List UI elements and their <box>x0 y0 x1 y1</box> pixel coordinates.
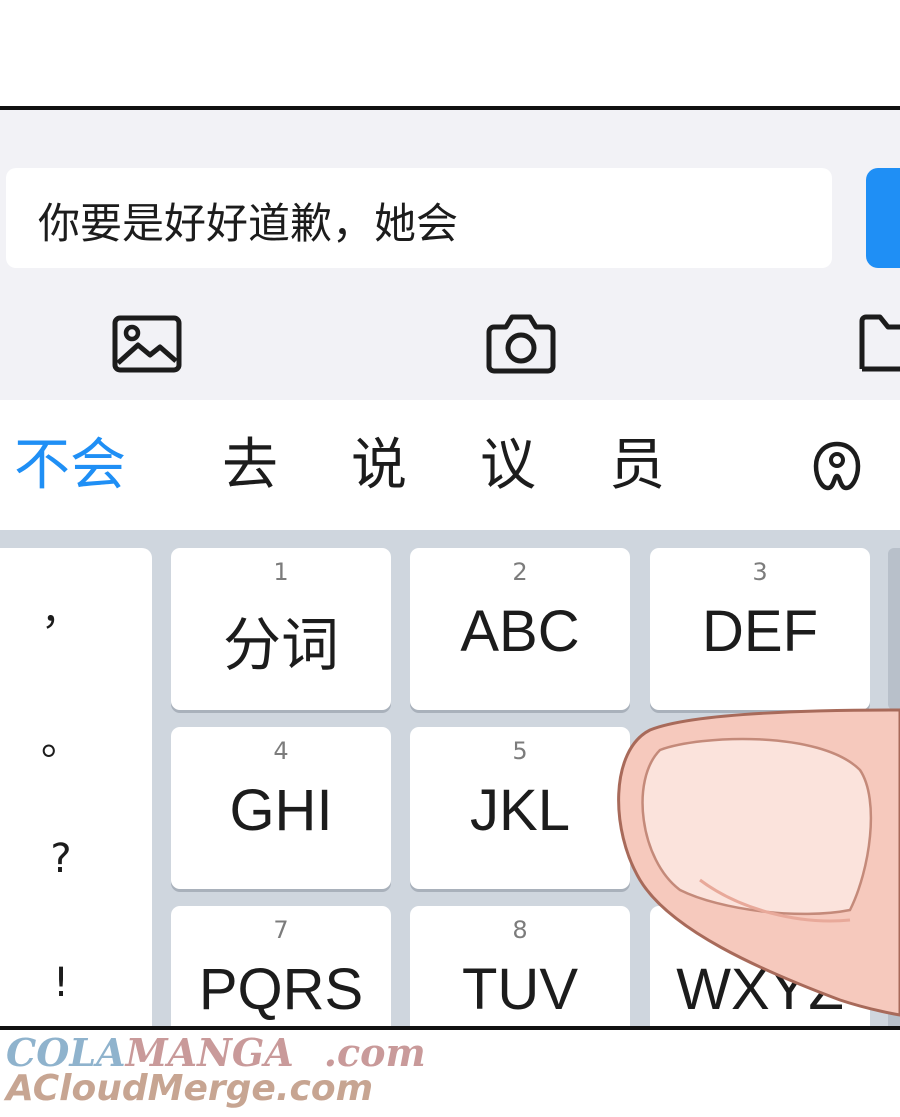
key-number: 5 <box>512 737 528 765</box>
candidate-word[interactable]: 议 <box>480 428 536 504</box>
key-4[interactable]: 4 GHI <box>171 727 391 889</box>
message-input-text: 你要是好好道歉，她会 <box>38 199 459 248</box>
key-number: 3 <box>752 558 768 586</box>
punct-comma-key[interactable]: ， <box>0 578 122 636</box>
key-6[interactable] <box>650 727 870 889</box>
key-label: GHI <box>229 778 333 843</box>
key-label: 分词 <box>222 613 339 678</box>
key-8[interactable]: 8 TUV <box>410 906 630 1026</box>
key-2[interactable]: 2 ABC <box>410 548 630 710</box>
key-number: 8 <box>512 916 528 944</box>
key-label: ABC <box>460 599 580 664</box>
candidate-word[interactable]: 员 <box>609 428 665 504</box>
message-input[interactable]: 你要是好好道歉，她会 <box>6 168 832 268</box>
candidate-word[interactable]: 不会 <box>14 428 126 504</box>
t9-keyboard: ， 。 ? ! 1 分词 2 ABC 3 DEF 4 GHI 5 JKL 7 P… <box>0 530 900 1026</box>
punct-period-key[interactable]: 。 <box>0 708 122 766</box>
key-label: WXYZ <box>676 957 844 1022</box>
key-5[interactable]: 5 JKL <box>410 727 630 889</box>
keyboard-logo-icon[interactable] <box>808 438 866 496</box>
key-number: 4 <box>273 737 289 765</box>
punctuation-column: ， 。 ? ! <box>0 548 152 1026</box>
punct-question-key[interactable]: ? <box>0 836 122 882</box>
key-label: DEF <box>702 599 818 664</box>
key-label: TUV <box>462 957 578 1022</box>
key-number: 7 <box>273 916 289 944</box>
folder-icon[interactable] <box>858 313 900 373</box>
image-icon[interactable] <box>112 315 182 373</box>
input-bar: 你要是好好道歉，她会 <box>0 110 900 400</box>
key-number: 2 <box>512 558 528 586</box>
punct-exclaim-key[interactable]: ! <box>0 960 122 1006</box>
key-label: JKL <box>470 778 570 843</box>
key-label: PQRS <box>198 957 364 1022</box>
send-button[interactable] <box>866 168 900 268</box>
key-3[interactable]: 3 DEF <box>650 548 870 710</box>
chat-input-panel: 你要是好好道歉，她会 不会 去 说 议 员 ， 。 ? ! 1 分词 2 ABC… <box>0 106 900 1030</box>
candidate-bar: 不会 去 说 议 员 <box>0 400 900 530</box>
watermark-line-2: ACloudMerge.com <box>6 1068 374 1109</box>
camera-icon[interactable] <box>486 313 556 375</box>
candidate-word[interactable]: 说 <box>351 428 407 504</box>
key-edge <box>888 906 900 1026</box>
key-1[interactable]: 1 分词 <box>171 548 391 710</box>
key-9[interactable]: WXYZ <box>650 906 870 1026</box>
key-edge <box>888 548 900 710</box>
key-7[interactable]: 7 PQRS <box>171 906 391 1026</box>
key-number: 1 <box>273 558 289 586</box>
candidate-word[interactable]: 去 <box>222 428 278 504</box>
